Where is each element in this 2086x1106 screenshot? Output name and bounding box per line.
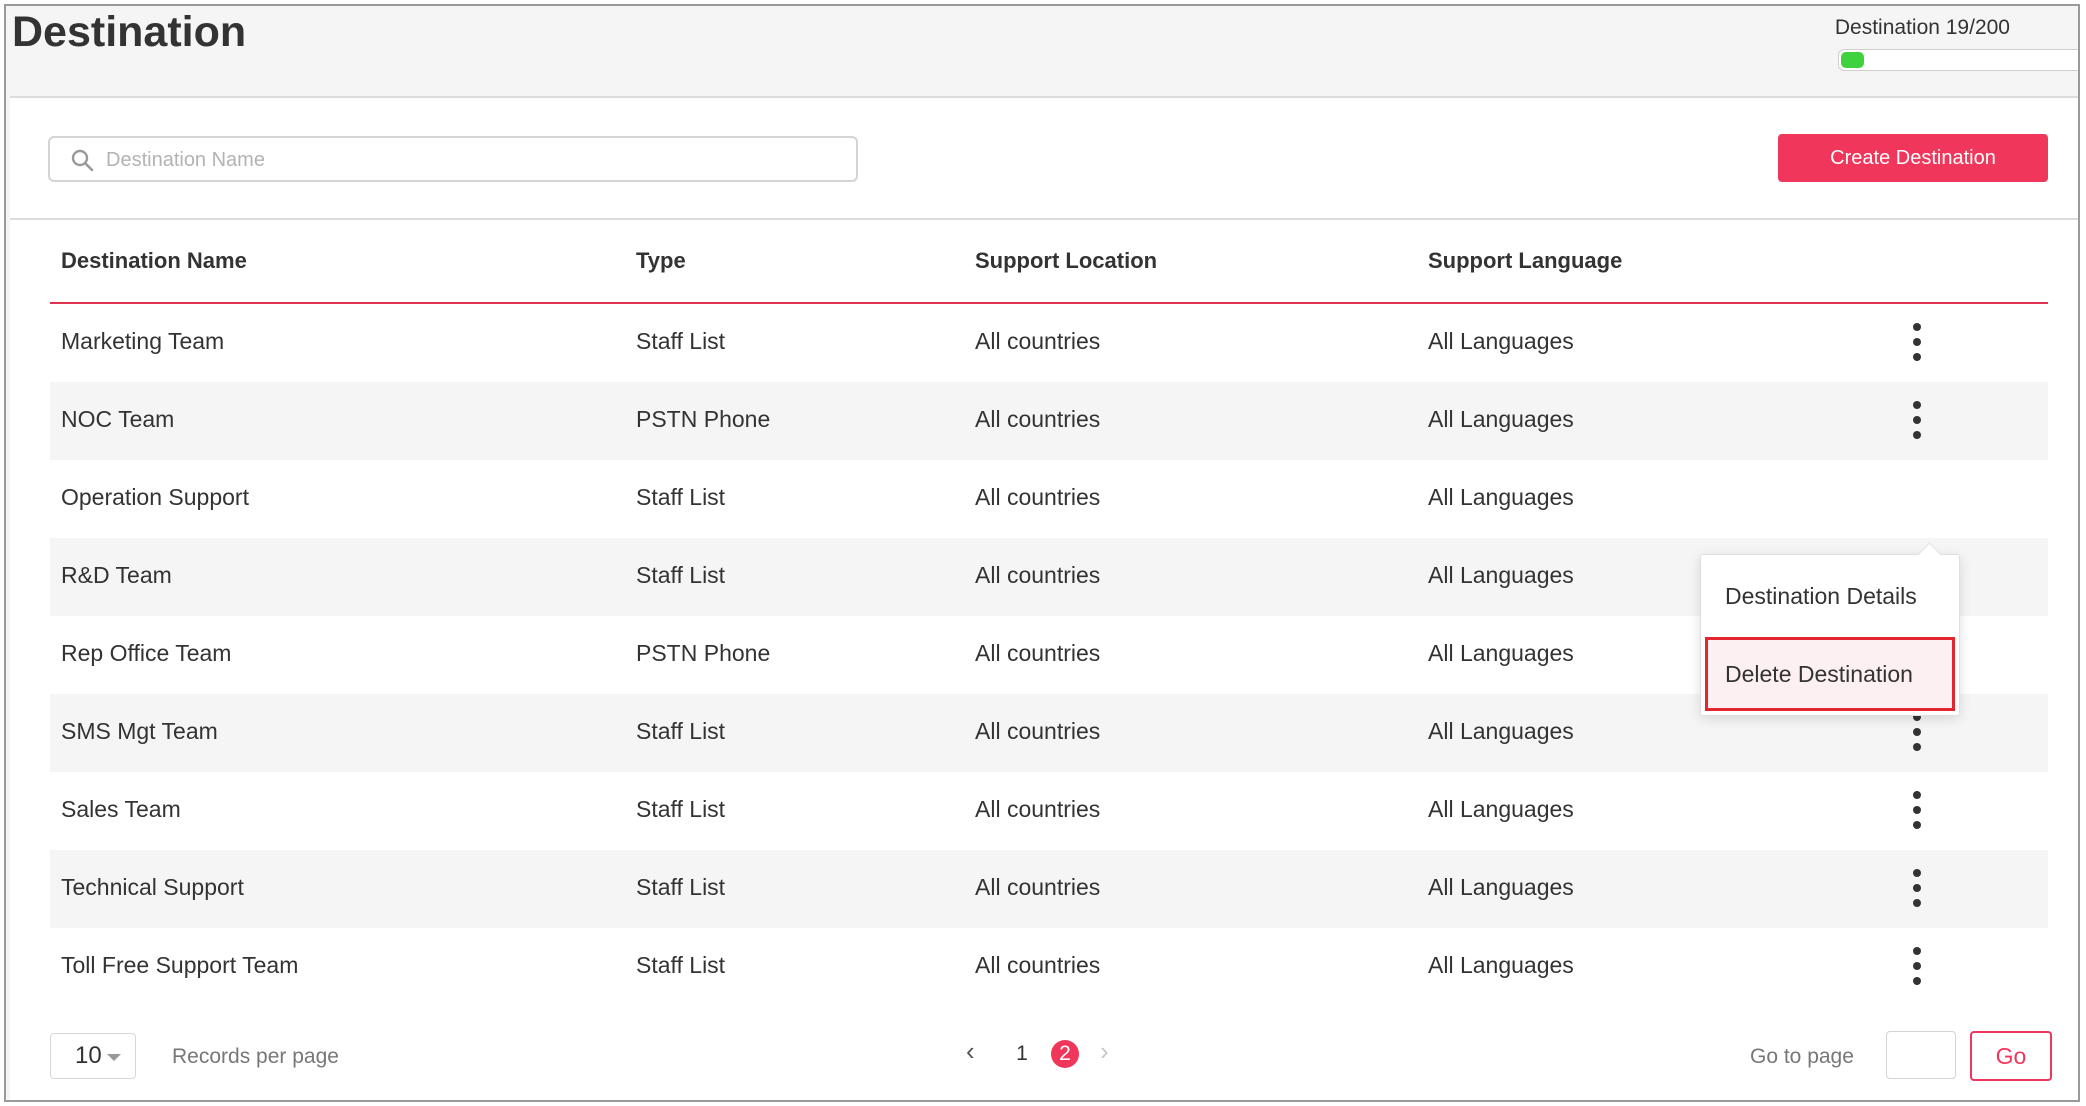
destination-page: Destination Destination 19/200 Create De… [4,4,2080,1102]
cell-location: All countries [975,328,1101,354]
cell-location: All countries [975,874,1101,900]
search-box[interactable] [48,136,858,182]
cell-destination-name: SMS Mgt Team [61,718,218,744]
table-row[interactable]: Technical Support Staff List All countri… [50,850,2048,928]
menu-item-delete-destination[interactable]: Delete Destination [1705,637,1955,711]
cell-type: Staff List [636,796,726,822]
cell-location: All countries [975,640,1101,666]
cell-location: All countries [975,484,1101,510]
table-row[interactable]: NOC Team PSTN Phone All countries All La… [50,382,2048,460]
table-row[interactable]: Operation Support Staff List All countri… [50,460,2048,538]
quota-progress-fill [1841,52,1865,68]
search-icon [71,149,94,172]
table-row[interactable]: Sales Team Staff List All countries All … [50,772,2048,850]
column-header-name: Destination Name [61,248,247,273]
cell-type: Staff List [636,484,726,510]
column-header-language: Support Language [1428,248,1623,273]
column-header-type: Type [636,248,686,273]
more-vertical-icon[interactable] [1905,866,1929,910]
table-row[interactable]: Toll Free Support Team Staff List All co… [50,928,2048,1006]
cell-destination-name: Marketing Team [61,328,225,354]
cell-location: All countries [975,562,1101,588]
quota-label: Destination 19/200 [1834,16,2010,39]
cell-language: All Languages [1428,484,1574,510]
more-vertical-icon[interactable] [1905,944,1929,988]
cell-type: Staff List [636,718,726,744]
caret-down-icon [107,1054,121,1061]
toolbar: Create Destination [10,98,2078,220]
cell-type: PSTN Phone [636,406,771,432]
cell-language: All Languages [1428,796,1574,822]
cell-location: All countries [975,718,1101,744]
cell-destination-name: NOC Team [61,406,175,432]
table-row[interactable]: Marketing Team Staff List All countries … [50,304,2048,382]
cell-language: All Languages [1428,952,1574,978]
go-to-page-label: Go to page [1750,1045,1854,1068]
menu-item-destination-details[interactable]: Destination Details [1701,559,1959,633]
cell-location: All countries [975,796,1101,822]
cell-destination-name: Rep Office Team [61,640,232,666]
cell-location: All countries [975,952,1101,978]
cell-type: PSTN Phone [636,640,771,666]
cell-destination-name: Operation Support [61,484,249,510]
cell-type: Staff List [636,562,726,588]
row-action-menu: Destination Details Delete Destination [1700,542,1960,716]
search-input[interactable] [104,142,838,178]
content-panel: Create Destination Destination Name Type… [10,96,2078,1100]
quota-progress-bar [1838,49,2078,71]
more-vertical-icon[interactable] [1905,320,1929,364]
page-title: Destination [12,8,247,56]
records-per-page-label: Records per page [172,1045,339,1068]
cell-type: Staff List [636,952,726,978]
go-to-page-input[interactable] [1886,1031,1956,1079]
cell-language: All Languages [1428,562,1574,588]
more-vertical-icon[interactable] [1905,710,1929,754]
cell-type: Staff List [636,328,726,354]
chevron-left-icon[interactable]: ‹ [966,1036,975,1067]
cell-language: All Languages [1428,406,1574,432]
cell-language: All Languages [1428,640,1574,666]
column-header-location: Support Location [975,248,1158,273]
more-vertical-icon[interactable] [1905,788,1929,832]
cell-language: All Languages [1428,874,1574,900]
cell-language: All Languages [1428,328,1574,354]
cell-destination-name: Technical Support [61,874,244,900]
page-size-value: 10 [75,1042,102,1069]
chevron-right-icon[interactable]: › [1100,1036,1109,1067]
cell-destination-name: Sales Team [61,796,181,822]
go-button[interactable]: Go [1970,1031,2052,1081]
page-button-1[interactable]: 1 [1008,1040,1036,1068]
table-header: Destination Name Type Support Location S… [50,222,2048,304]
pagination-bar: 10 Records per page ‹ 1 2 › Go to page G… [10,1018,2078,1098]
cell-location: All countries [975,406,1101,432]
page-size-select[interactable]: 10 [50,1033,136,1079]
cell-destination-name: R&D Team [61,562,172,588]
cell-type: Staff List [636,874,726,900]
page-button-2-current[interactable]: 2 [1051,1040,1079,1068]
cell-destination-name: Toll Free Support Team [61,952,299,978]
cell-language: All Languages [1428,718,1574,744]
more-vertical-icon[interactable] [1905,398,1929,442]
create-destination-button[interactable]: Create Destination [1778,134,2048,182]
